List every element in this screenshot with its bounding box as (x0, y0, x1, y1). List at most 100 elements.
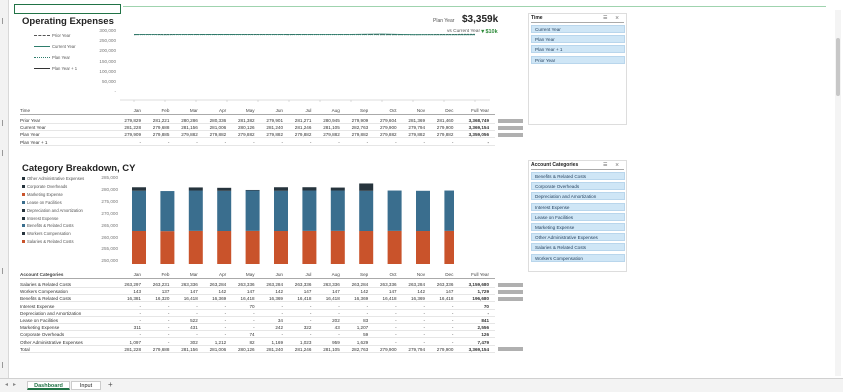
cell-value: 263,284 (266, 282, 283, 287)
y-tick-label: 265,000 (101, 222, 118, 228)
cell-value: 281,006 (209, 346, 227, 352)
scrollbar-thumb[interactable] (836, 38, 840, 96)
cell-value: - (451, 310, 454, 316)
legend-item: Marketing Expense (22, 192, 63, 197)
add-sheet-button[interactable]: + (108, 380, 113, 389)
cell-value: 279,829 (124, 118, 141, 123)
cell-value: 302 (190, 339, 198, 345)
clear-filter-icon[interactable]: ⨯ (615, 15, 619, 21)
prev-sheet-icon[interactable]: ◂ (5, 381, 8, 388)
time-slicer[interactable]: Time ☰ ⨯ Current Year Plan Year Plan Year … (528, 13, 627, 125)
cell-value: - (196, 310, 198, 316)
cell-value: - (167, 139, 170, 145)
slicer-item[interactable]: Depreciation and Amortization (531, 192, 625, 201)
slicer-item[interactable]: Plan Year + 1 (531, 45, 625, 54)
cell-value: - (139, 332, 141, 338)
bar-other (274, 187, 288, 191)
cell-value: 281,221 (152, 118, 170, 123)
table-row: Current Year 281,228 279,688 281,156 281,006… (20, 124, 495, 132)
month-header: Mar (189, 108, 198, 113)
bar-benefits (302, 190, 317, 231)
tab-dashboard[interactable]: Dashboard (27, 381, 70, 390)
cell-value: - (451, 303, 454, 309)
row-label: Marketing Expense (20, 325, 60, 331)
cell-value: 322 (303, 325, 312, 331)
month-header: Oct (389, 108, 397, 113)
clear-filter-icon[interactable]: ⨯ (615, 162, 619, 168)
selected-cell[interactable] (14, 4, 121, 14)
legend-item: Corporate Overheads (22, 184, 67, 189)
slicer-item[interactable]: Salaries & Related Costs (531, 243, 625, 252)
bar-other (217, 187, 232, 191)
vertical-scrollbar[interactable] (835, 10, 841, 376)
cell-value: 279,909 (124, 132, 141, 138)
slicer-item[interactable]: Other Administrative Expenses (531, 233, 625, 242)
cell-value: 263,336 (181, 282, 198, 287)
next-sheet-icon[interactable]: ▸ (13, 381, 16, 388)
legend-item: Current Year (34, 44, 76, 49)
row-label: Workers Compensation (20, 289, 68, 295)
outline-marker[interactable] (2, 150, 6, 156)
account-slicer[interactable]: Account Categories ☰ ⨯ Benefits & Relate… (528, 160, 627, 272)
cell-value: - (451, 339, 454, 345)
cell-value: - (309, 310, 312, 316)
table-row: Plan Year 279,909 279,885 279,882 279,882 279… (20, 131, 495, 139)
legend-label: Salaries & Related Costs (27, 239, 74, 245)
slicer-item[interactable]: Current Year (531, 25, 625, 33)
cell-value: 143 (133, 289, 141, 295)
full-year-value: 2,556 (477, 325, 490, 331)
row-label: Current Year (20, 125, 46, 131)
bar-benefits (132, 190, 146, 231)
y-tick-label: 280,000 (101, 186, 118, 192)
cell-value: - (451, 139, 454, 145)
full-year-value: - (487, 310, 489, 316)
multi-select-icon[interactable]: ☰ (603, 162, 607, 168)
cell-value: 16,418 (325, 296, 340, 302)
slicer-item[interactable]: Lease on Facilities (531, 212, 625, 221)
bar-salaries (132, 230, 146, 264)
outline-marker[interactable] (2, 120, 6, 126)
multi-select-icon[interactable]: ☰ (603, 15, 607, 21)
tab-input[interactable]: Input (71, 381, 101, 390)
cell-value: - (423, 318, 425, 323)
breakdown-bar-chart (132, 183, 454, 264)
row-label: Plan Year + 1 (20, 139, 48, 145)
row-label: Lease on Facilities (20, 318, 59, 323)
bar-benefits (217, 190, 232, 232)
bar-benefits (274, 190, 288, 232)
cell-value: 281,460 (436, 118, 454, 123)
cell-value: - (139, 139, 141, 145)
cell-value: 202 (332, 318, 340, 323)
cell-value: 70 (249, 303, 255, 309)
slicer-item[interactable]: Marketing Expense (531, 223, 625, 231)
cell-value: - (167, 310, 170, 316)
slicer-item[interactable]: Benefits & Related Costs (531, 172, 625, 180)
y-tick-label: 270,000 (101, 210, 118, 216)
month-header: May (245, 272, 255, 277)
cell-value: - (224, 318, 227, 323)
legend-label: Plan Year (52, 55, 70, 60)
slicer-item[interactable]: Workers Compensation (531, 253, 625, 262)
row-label: Interest Expense (20, 303, 55, 309)
slicer-item[interactable]: Plan Year (531, 35, 625, 44)
month-header: Dec (445, 108, 454, 113)
outline-marker[interactable] (2, 268, 6, 274)
bar-benefits (245, 190, 260, 231)
legend-line (34, 46, 50, 47)
outline-marker[interactable] (2, 362, 6, 368)
slicer-item[interactable]: Interest Expense (531, 202, 625, 211)
y-tick-label: 250,000 (101, 258, 118, 264)
y-tick-label: 260,000 (101, 234, 118, 240)
cell-value: - (451, 332, 454, 338)
cell-value: - (281, 303, 283, 309)
outline-marker[interactable] (2, 18, 6, 24)
slicer-item[interactable]: Prior Year (531, 55, 625, 64)
cell-value: - (338, 310, 340, 316)
legend-swatch (22, 208, 25, 212)
cell-value: 1,169 (271, 339, 284, 345)
month-header: Feb (161, 108, 170, 113)
full-year-value: 70 (483, 303, 489, 309)
y-tick-label: - (114, 89, 116, 95)
slicer-item[interactable]: Corporate Overheads (531, 182, 625, 191)
time-slicer-title: Time (531, 15, 543, 21)
